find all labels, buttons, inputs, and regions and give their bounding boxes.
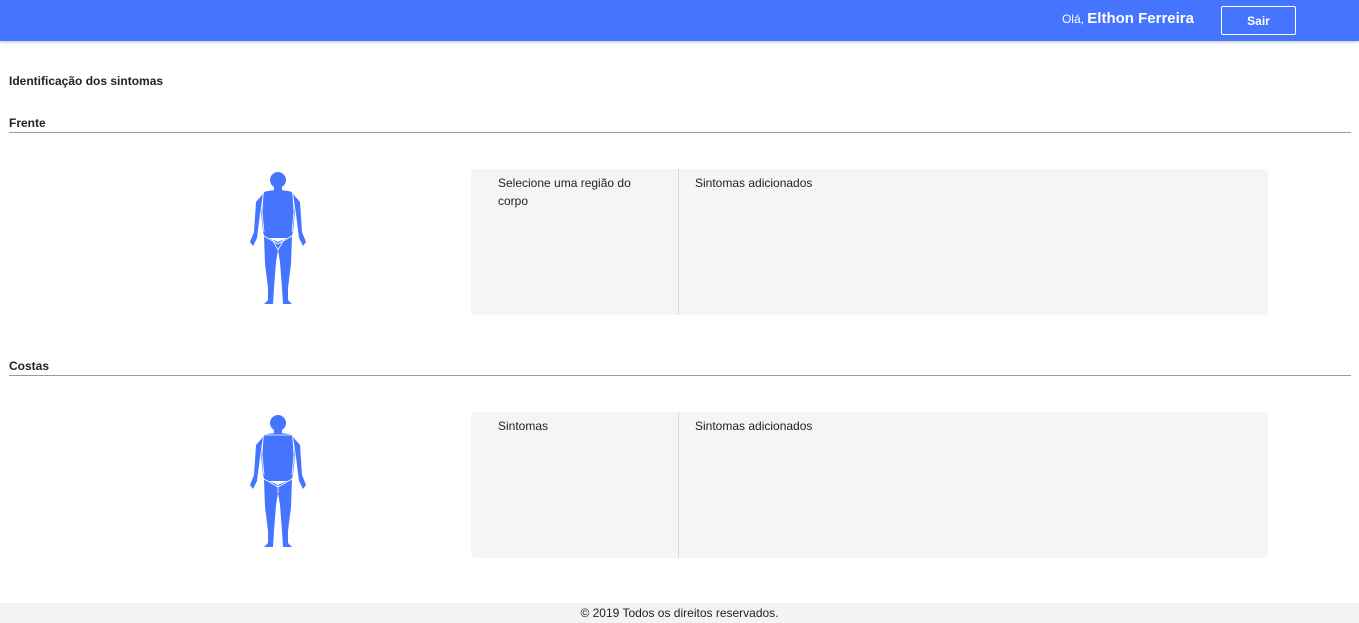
back-symptom-panel: Sintomas Sintomas adicionados xyxy=(471,412,1268,558)
user-name: Elthon Ferreira xyxy=(1087,10,1194,27)
user-greeting: Olá, Elthon Ferreira xyxy=(1062,10,1194,27)
back-symptoms-label: Sintomas xyxy=(471,412,679,558)
section-title-back: Costas xyxy=(9,359,50,373)
page-title: Identificação dos sintomas xyxy=(9,74,164,88)
logout-button[interactable]: Sair xyxy=(1221,6,1296,35)
front-region-prompt: Selecione uma região do corpo xyxy=(471,169,679,315)
top-bar: Olá, Elthon Ferreira Sair xyxy=(0,0,1359,41)
front-added-symptoms-label: Sintomas adicionados xyxy=(695,176,813,190)
section-divider-back xyxy=(9,375,1351,376)
human-body-back-icon[interactable] xyxy=(247,415,311,548)
section-title-front: Frente xyxy=(9,116,46,130)
back-added-symptoms-label: Sintomas adicionados xyxy=(695,419,813,433)
greeting-text: Olá, xyxy=(1061,12,1084,26)
footer: © 2019 Todos os direitos reservados. xyxy=(0,603,1359,623)
front-symptom-panel: Selecione uma região do corpo Sintomas a… xyxy=(471,169,1268,315)
human-body-front-icon[interactable] xyxy=(247,172,311,305)
footer-copyright: © 2019 Todos os direitos reservados. xyxy=(580,606,779,620)
section-divider-front xyxy=(9,132,1351,133)
